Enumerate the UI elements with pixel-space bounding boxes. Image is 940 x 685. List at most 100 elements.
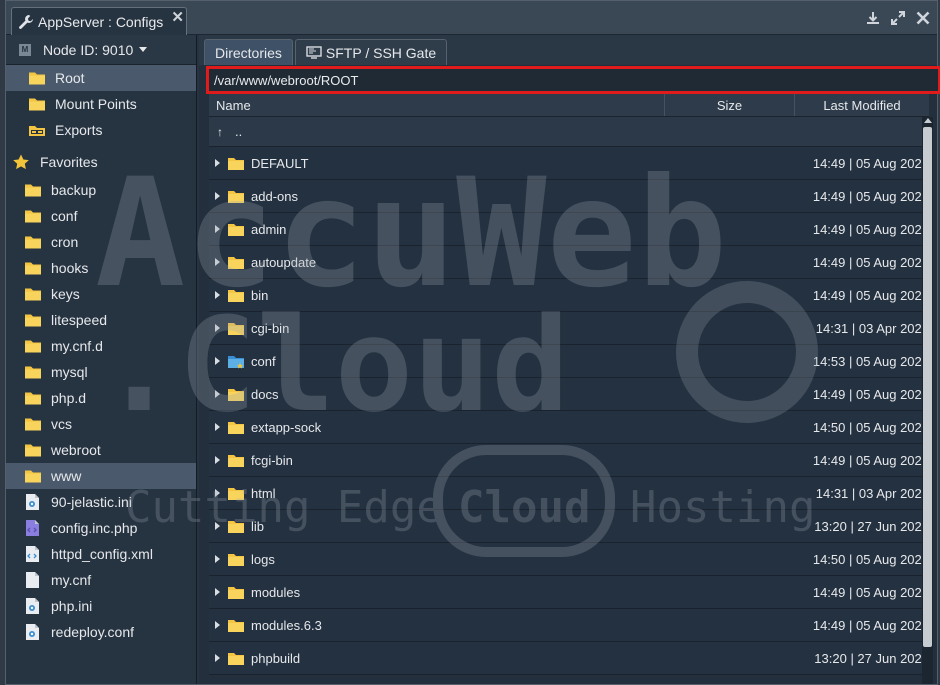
favorite-item-mysql[interactable]: mysql	[6, 359, 196, 385]
file-row[interactable]: DEFAULT 14:49 | 05 Aug 2024	[209, 147, 929, 180]
favorite-item-label: litespeed	[51, 312, 108, 328]
favorite-item-label: my.cnf	[51, 572, 92, 588]
favorite-item-cron[interactable]: cron	[6, 229, 196, 255]
favorite-item-php-d[interactable]: php.d	[6, 385, 196, 411]
config-file-icon	[26, 624, 39, 640]
file-date: 14:31 | 03 Apr 2024	[815, 320, 929, 336]
favorite-item-vcs[interactable]: vcs	[6, 411, 196, 437]
window-tab[interactable]: AppServer : Configs ✕	[11, 7, 187, 35]
expand-arrow-icon[interactable]	[215, 390, 220, 398]
file-row[interactable]: html 14:31 | 03 Apr 2024	[209, 477, 929, 510]
tab-strip: Directories SFTP / SSH Gate	[199, 35, 937, 65]
favorite-item-keys[interactable]: keys	[6, 281, 196, 307]
shared-folder-icon	[228, 355, 244, 368]
code-file-icon	[26, 520, 39, 536]
expand-arrow-icon[interactable]	[215, 159, 220, 167]
scrollbar-thumb[interactable]	[923, 127, 932, 647]
file-date: 14:49 | 05 Aug 2024	[812, 155, 929, 171]
file-row[interactable]: lib 13:20 | 27 Jun 2024	[209, 510, 929, 543]
file-row[interactable]: autoupdate 14:49 | 05 Aug 2024	[209, 246, 929, 279]
file-row[interactable]: docs 14:49 | 05 Aug 2024	[209, 378, 929, 411]
chevron-down-icon	[139, 47, 148, 52]
favorite-item-www[interactable]: www	[6, 463, 196, 489]
favorite-item-backup[interactable]: backup	[6, 177, 196, 203]
tree-item-label: Mount Points	[55, 96, 137, 112]
file-row[interactable]: modules 14:49 | 05 Aug 2024	[209, 576, 929, 609]
close-tab-icon[interactable]: ✕	[171, 8, 184, 26]
expand-arrow-icon[interactable]	[215, 489, 220, 497]
favorite-item-label: httpd_config.xml	[51, 546, 153, 562]
file-row[interactable]: phpbuild 13:20 | 27 Jun 2024	[209, 642, 929, 675]
tree-item-root[interactable]: Root	[6, 65, 196, 91]
favorites-header[interactable]: Favorites	[6, 147, 196, 177]
folder-icon	[25, 210, 41, 223]
favorite-item-my-cnf[interactable]: my.cnf	[6, 567, 196, 593]
expand-arrow-icon[interactable]	[215, 654, 220, 662]
expand-arrow-icon[interactable]	[215, 621, 220, 629]
file-row[interactable]: logs 14:50 | 05 Aug 2024	[209, 543, 929, 576]
folder-icon	[228, 322, 244, 335]
expand-arrow-icon[interactable]	[215, 588, 220, 596]
favorite-item-config-inc-php[interactable]: config.inc.php	[6, 515, 196, 541]
expand-arrow-icon[interactable]	[215, 555, 220, 563]
tab-sftp[interactable]: SFTP / SSH Gate	[294, 39, 448, 65]
expand-arrow-icon[interactable]	[215, 357, 220, 365]
favorite-item-php-ini[interactable]: php.ini	[6, 593, 196, 619]
expand-arrow-icon[interactable]	[215, 291, 220, 299]
column-size[interactable]: Size	[665, 94, 795, 116]
file-date: 14:53 | 05 Aug 2024	[812, 353, 929, 369]
file-row[interactable]: extapp-sock 14:50 | 05 Aug 2024	[209, 411, 929, 444]
file-row[interactable]: admin 14:49 | 05 Aug 2024	[209, 213, 929, 246]
expand-arrow-icon[interactable]	[215, 192, 220, 200]
file-row[interactable]: add-ons 14:49 | 05 Aug 2024	[209, 180, 929, 213]
scroll-up-icon[interactable]	[924, 118, 932, 123]
expand-arrow-icon[interactable]	[215, 258, 220, 266]
favorite-item-webroot[interactable]: webroot	[6, 437, 196, 463]
favorite-item-litespeed[interactable]: litespeed	[6, 307, 196, 333]
favorite-item-label: my.cnf.d	[51, 338, 103, 354]
file-row[interactable]: cgi-bin 14:31 | 03 Apr 2024	[209, 312, 929, 345]
favorites-tree: backup conf cron hooks keys litespeed my.cnf.d…	[6, 177, 196, 645]
column-last-modified[interactable]: Last Modified	[795, 94, 929, 116]
favorite-item-hooks[interactable]: hooks	[6, 255, 196, 281]
tab-directories[interactable]: Directories	[204, 39, 293, 65]
file-date: 14:49 | 05 Aug 2024	[812, 287, 929, 303]
parent-directory-row[interactable]: ↑ ..	[209, 117, 929, 147]
top-bar: AppServer : Configs ✕	[6, 1, 937, 35]
file-row[interactable]: modules.6.3 14:49 | 05 Aug 2024	[209, 609, 929, 642]
maximize-icon[interactable]	[890, 10, 906, 26]
path-text: /var/www/webroot/ROOT	[214, 72, 359, 88]
favorite-item-label: php.d	[51, 390, 87, 406]
favorite-item-label: backup	[51, 182, 97, 198]
favorite-item-label: conf	[51, 208, 78, 224]
file-row[interactable]: fcgi-bin 14:49 | 05 Aug 2024	[209, 444, 929, 477]
file-date: 14:49 | 05 Aug 2024	[812, 617, 929, 633]
expand-arrow-icon[interactable]	[215, 522, 220, 530]
folder-icon	[228, 652, 244, 665]
scrollbar[interactable]	[922, 117, 933, 684]
expand-arrow-icon[interactable]	[215, 225, 220, 233]
favorite-item-httpd-config-xml[interactable]: httpd_config.xml	[6, 541, 196, 567]
close-icon[interactable]	[915, 10, 931, 26]
file-row[interactable]: conf 14:53 | 05 Aug 2024	[209, 345, 929, 378]
favorite-item-my-cnf-d[interactable]: my.cnf.d	[6, 333, 196, 359]
config-file-icon	[26, 494, 39, 510]
expand-arrow-icon[interactable]	[215, 423, 220, 431]
favorite-item-conf[interactable]: conf	[6, 203, 196, 229]
download-icon[interactable]	[865, 10, 881, 26]
favorite-item-label: redeploy.conf	[51, 624, 135, 640]
file-row[interactable]: bin 14:49 | 05 Aug 2024	[209, 279, 929, 312]
favorite-item-redeploy-conf[interactable]: redeploy.conf	[6, 619, 196, 645]
column-name[interactable]: Name	[209, 94, 665, 116]
expand-arrow-icon[interactable]	[215, 456, 220, 464]
path-input[interactable]: /var/www/webroot/ROOT	[206, 66, 940, 94]
node-selector[interactable]: M Node ID: 9010	[6, 35, 196, 65]
favorite-item-90-jelastic-ini[interactable]: 90-jelastic.ini	[6, 489, 196, 515]
tree-item-exports[interactable]: Exports	[6, 117, 196, 143]
node-label: Node ID: 9010	[43, 41, 134, 58]
favorite-item-label: vcs	[51, 416, 72, 432]
tree-item-mount-points[interactable]: Mount Points	[6, 91, 196, 117]
expand-arrow-icon[interactable]	[215, 324, 220, 332]
folder-icon	[29, 72, 45, 85]
folder-icon	[228, 289, 244, 302]
